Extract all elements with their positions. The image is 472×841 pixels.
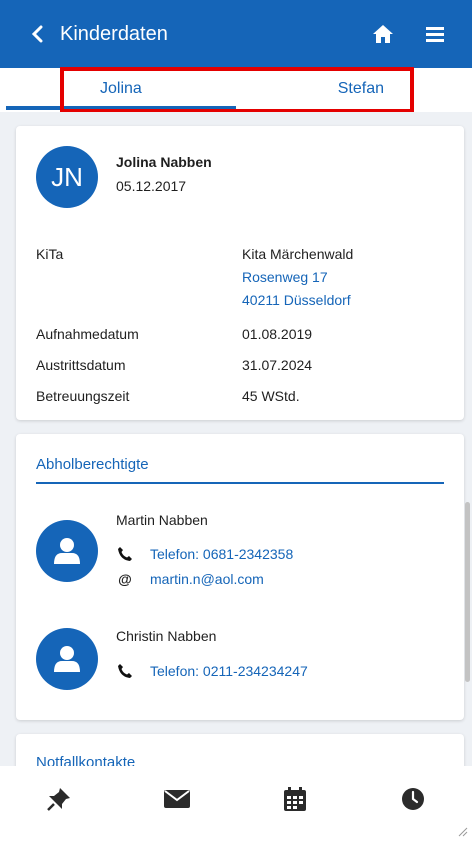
exit-value: 31.07.2024 bbox=[242, 357, 313, 373]
user-icon bbox=[54, 538, 80, 564]
app-bar: Kinderdaten bbox=[0, 0, 472, 68]
person-name: Martin Nabben bbox=[116, 512, 208, 528]
phone-row[interactable]: Telefon: 0681-2342358 bbox=[116, 545, 293, 563]
phone-icon bbox=[116, 662, 134, 680]
section-divider bbox=[36, 482, 444, 484]
kita-name: Kita Märchenwald bbox=[242, 246, 354, 262]
phone-link[interactable]: Telefon: 0211-234234247 bbox=[150, 663, 308, 679]
back-button[interactable] bbox=[20, 0, 56, 68]
scrollbar[interactable] bbox=[465, 502, 470, 682]
admission-value: 01.08.2019 bbox=[242, 326, 313, 342]
pin-icon bbox=[47, 788, 70, 811]
phone-row[interactable]: Telefon: 0211-234234247 bbox=[116, 662, 308, 680]
resize-grip-icon bbox=[458, 827, 468, 837]
content-scroll-area[interactable]: JN Jolina Nabben 05.12.2017 KiTa Kita Mä… bbox=[0, 112, 472, 766]
person-avatar bbox=[36, 628, 98, 690]
nav-mail-button[interactable] bbox=[150, 772, 204, 826]
tab-stefan-label: Stefan bbox=[337, 80, 384, 97]
home-button[interactable] bbox=[368, 19, 398, 49]
pickup-card: Abholberechtigte Martin Nabben Telefon: … bbox=[16, 434, 464, 720]
exit-label: Austrittsdatum bbox=[36, 357, 126, 373]
tab-jolina-label: Jolina bbox=[100, 80, 142, 97]
kita-city-link[interactable]: 40211 Düsseldorf bbox=[242, 292, 351, 308]
child-name: Jolina Nabben bbox=[116, 154, 212, 170]
user-icon bbox=[54, 646, 80, 672]
email-row[interactable]: @ martin.n@aol.com bbox=[116, 570, 264, 588]
mail-icon bbox=[164, 790, 190, 808]
care-value: 45 WStd. bbox=[242, 388, 300, 404]
clock-icon bbox=[402, 788, 424, 810]
calendar-icon bbox=[284, 787, 306, 811]
child-birthdate: 05.12.2017 bbox=[116, 178, 187, 194]
tab-stefan[interactable]: Stefan bbox=[236, 68, 472, 112]
bottom-nav bbox=[0, 766, 472, 832]
menu-button[interactable] bbox=[420, 19, 450, 49]
back-icon bbox=[31, 25, 43, 43]
menu-icon bbox=[426, 27, 444, 42]
nav-pin-button[interactable] bbox=[32, 772, 86, 826]
nav-clock-button[interactable] bbox=[386, 772, 440, 826]
kita-street-link[interactable]: Rosenweg 17 bbox=[242, 269, 328, 285]
email-link[interactable]: martin.n@aol.com bbox=[150, 571, 264, 587]
at-icon: @ bbox=[118, 571, 132, 587]
home-icon bbox=[373, 25, 393, 43]
child-avatar: JN bbox=[36, 146, 98, 208]
nav-calendar-button[interactable] bbox=[268, 772, 322, 826]
child-tabs: Jolina Stefan bbox=[0, 68, 472, 112]
emergency-title: Notfallkontakte bbox=[36, 754, 136, 766]
emergency-card: Notfallkontakte bbox=[16, 734, 464, 766]
phone-icon bbox=[116, 545, 134, 563]
phone-link[interactable]: Telefon: 0681-2342358 bbox=[150, 546, 293, 562]
tab-jolina[interactable]: Jolina bbox=[0, 68, 236, 112]
person-avatar bbox=[36, 520, 98, 582]
pickup-title: Abholberechtigte bbox=[36, 456, 149, 473]
care-label: Betreuungszeit bbox=[36, 388, 130, 404]
child-info-card: JN Jolina Nabben 05.12.2017 KiTa Kita Mä… bbox=[16, 126, 464, 420]
kita-label: KiTa bbox=[36, 246, 64, 262]
admission-label: Aufnahmedatum bbox=[36, 326, 139, 342]
person-name: Christin Nabben bbox=[116, 628, 217, 644]
page-title: Kinderdaten bbox=[60, 22, 168, 45]
